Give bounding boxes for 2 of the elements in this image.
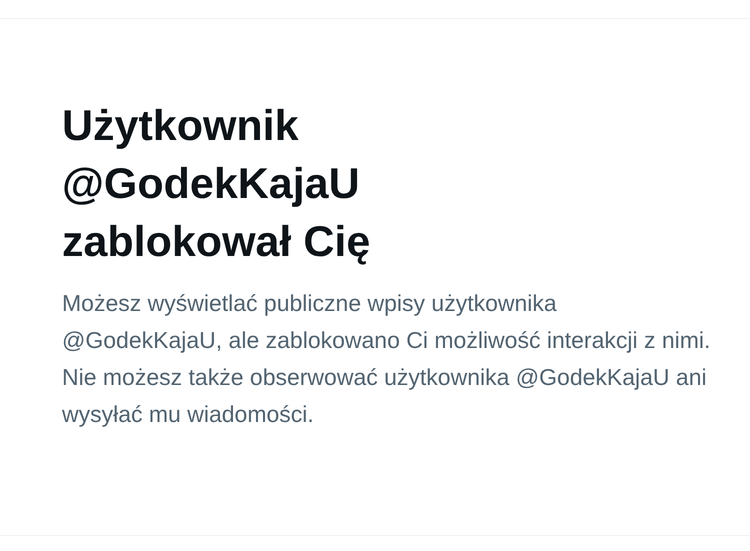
- block-description: Możesz wyświetlać publiczne wpisy użytkownika @GodekKajaU, ale zablokowano Ci możliwość interakcji z nimi. Nie możesz także obserwować użytkownika @GodekKajaU ani wysyłać mu wiadomości.: [62, 289, 712, 429]
- block-title: Użytkownik @GodekKajaU zablokował Cię: [62, 101, 372, 268]
